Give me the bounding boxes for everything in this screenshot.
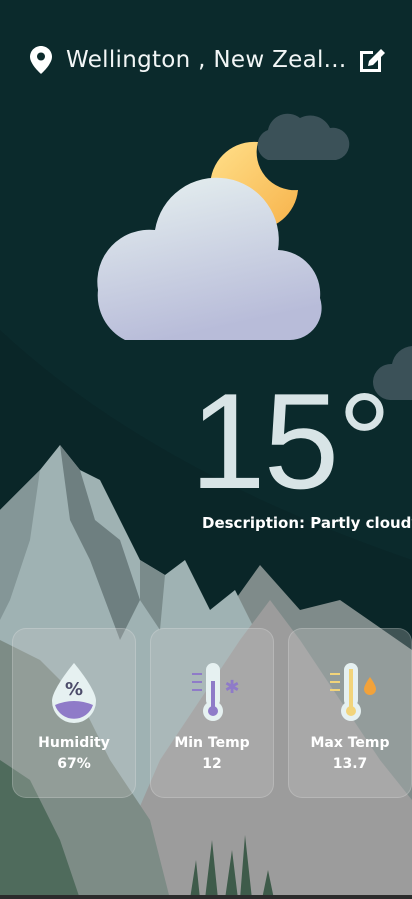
svg-text:✱: ✱	[224, 677, 239, 698]
stat-label: Min Temp	[174, 735, 250, 751]
humidity-drop-icon: %	[52, 663, 96, 723]
current-temperature: 15°	[190, 365, 392, 517]
stat-label: Humidity	[38, 735, 110, 751]
thermometer-cold-icon: ✱	[192, 663, 240, 721]
svg-text:%: %	[65, 679, 83, 700]
stat-label: Max Temp	[310, 735, 390, 751]
location-name[interactable]: Wellington , New Zeal...	[66, 44, 346, 76]
min-temp-card: ✱ Min Temp 12	[150, 628, 274, 798]
header: Wellington , New Zeal...	[0, 0, 412, 120]
stat-value: 13.7	[332, 756, 368, 772]
humidity-card: % Humidity 67%	[12, 628, 136, 798]
edit-icon[interactable]	[357, 45, 387, 73]
stat-value: 67%	[57, 756, 91, 772]
weather-description: Description: Partly cloudy	[202, 514, 412, 532]
thermometer-hot-icon	[330, 663, 376, 721]
weather-app: Wellington , New Zeal... 15° Description…	[0, 0, 412, 899]
stat-value: 12	[202, 756, 222, 772]
max-temp-card: Max Temp 13.7	[288, 628, 412, 798]
map-pin-icon	[30, 46, 52, 74]
